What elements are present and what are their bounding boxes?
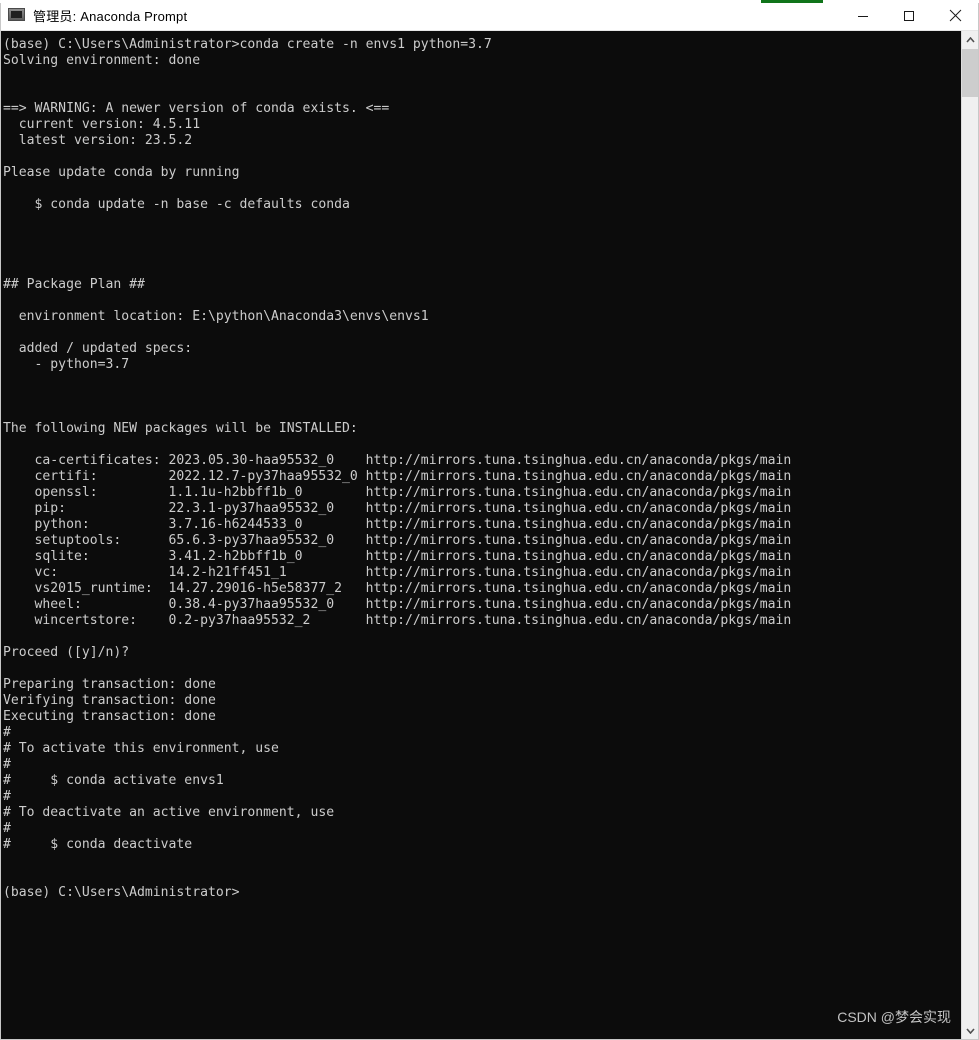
console-window: 管理员: Anaconda Prompt (base) C:\Users\Adm… — [0, 0, 979, 1040]
terminal-line: # — [3, 757, 11, 772]
terminal-line: # — [3, 821, 11, 836]
maximize-icon — [904, 10, 914, 21]
scroll-down-button[interactable] — [962, 1022, 978, 1039]
minimize-button[interactable] — [840, 1, 886, 30]
window-controls — [840, 1, 978, 30]
terminal-line: ca-certificates: 2023.05.30-haa95532_0 h… — [3, 453, 792, 468]
terminal-line: latest version: 23.5.2 — [3, 133, 193, 148]
terminal-line: wincertstore: 0.2-py37haa95532_2 http://… — [3, 613, 792, 628]
vertical-scrollbar[interactable] — [961, 31, 978, 1039]
terminal-line: openssl: 1.1.1u-h2bbff1b_0 http://mirror… — [3, 485, 792, 500]
close-icon — [949, 9, 961, 22]
terminal-line: ==> WARNING: A newer version of conda ex… — [3, 101, 390, 116]
terminal-line: # $ conda activate envs1 — [3, 773, 224, 788]
terminal-line: setuptools: 65.6.3-py37haa95532_0 http:/… — [3, 533, 792, 548]
terminal-line: Verifying transaction: done — [3, 693, 216, 708]
terminal-line: pip: 22.3.1-py37haa95532_0 http://mirror… — [3, 501, 792, 516]
scrollbar-track[interactable] — [962, 48, 978, 1022]
terminal-line: Executing transaction: done — [3, 709, 216, 724]
terminal-line: vs2015_runtime: 14.27.29016-h5e58377_2 h… — [3, 581, 792, 596]
terminal-line: # To deactivate an active environment, u… — [3, 805, 335, 820]
scroll-up-button[interactable] — [962, 31, 978, 48]
terminal-line: - python=3.7 — [3, 357, 130, 372]
close-button[interactable] — [932, 1, 978, 30]
terminal-line: Solving environment: done — [3, 53, 201, 68]
chevron-up-icon — [965, 36, 975, 43]
terminal-lines: (base) C:\Users\Administrator>conda crea… — [3, 37, 961, 901]
terminal-line: The following NEW packages will be INSTA… — [3, 421, 358, 436]
terminal-line: sqlite: 3.41.2-h2bbff1b_0 http://mirrors… — [3, 549, 792, 564]
minimize-icon — [858, 15, 868, 17]
terminal-line: vc: 14.2-h21ff451_1 http://mirrors.tuna.… — [3, 565, 792, 580]
terminal-line: # — [3, 725, 11, 740]
terminal-line: # — [3, 789, 11, 804]
terminal-line: (base) C:\Users\Administrator> — [3, 885, 240, 900]
title-bar: 管理员: Anaconda Prompt — [1, 1, 978, 31]
scrollbar-thumb[interactable] — [962, 49, 978, 97]
watermark: CSDN @梦会实现 — [837, 1009, 951, 1025]
terminal-line: python: 3.7.16-h6244533_0 http://mirrors… — [3, 517, 792, 532]
console-icon — [8, 8, 25, 23]
terminal-line: $ conda update -n base -c defaults conda — [3, 197, 350, 212]
terminal-line: wheel: 0.38.4-py37haa95532_0 http://mirr… — [3, 597, 792, 612]
maximize-button[interactable] — [886, 1, 932, 30]
terminal-line: current version: 4.5.11 — [3, 117, 201, 132]
terminal-area: (base) C:\Users\Administrator>conda crea… — [1, 31, 978, 1039]
terminal-line: ## Package Plan ## — [3, 277, 145, 292]
window-title: 管理员: Anaconda Prompt — [33, 9, 188, 24]
green-accent-bar — [761, 0, 823, 3]
terminal-line: # To activate this environment, use — [3, 741, 279, 756]
terminal-line: Preparing transaction: done — [3, 677, 216, 692]
chevron-down-icon — [965, 1027, 975, 1034]
terminal-line: (base) C:\Users\Administrator>conda crea… — [3, 37, 492, 52]
terminal-line: added / updated specs: — [3, 341, 193, 356]
terminal-line: Please update conda by running — [3, 165, 240, 180]
terminal-line: environment location: E:\python\Anaconda… — [3, 309, 429, 324]
terminal-line: # $ conda deactivate — [3, 837, 193, 852]
terminal-line: certifi: 2022.12.7-py37haa95532_0 http:/… — [3, 469, 792, 484]
terminal-line: Proceed ([y]/n)? — [3, 645, 130, 660]
terminal-output[interactable]: (base) C:\Users\Administrator>conda crea… — [1, 31, 961, 1039]
top-strip — [0, 0, 979, 3]
